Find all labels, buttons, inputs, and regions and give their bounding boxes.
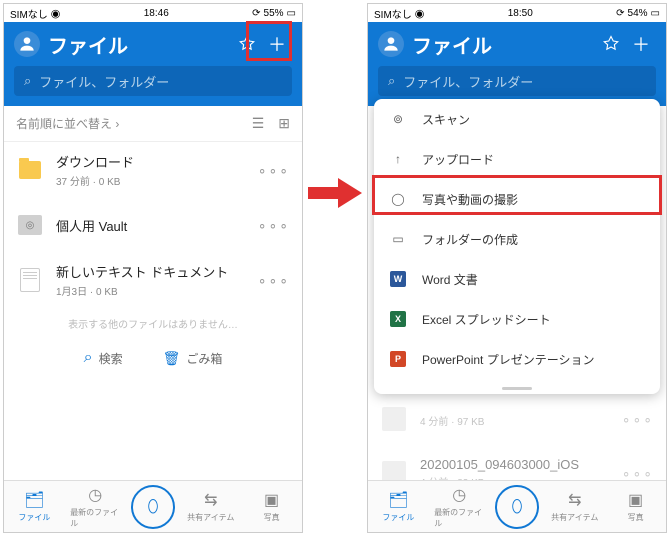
page-title: ファイル xyxy=(412,30,596,59)
sheet-handle[interactable] xyxy=(374,379,660,394)
phone-left: SIMなし ◉ 18:46 ⟳ 55% ▭ ファイル ＋ ⌕ ファイル、フォルダ… xyxy=(3,3,303,533)
carrier-label: SIMなし xyxy=(10,6,48,21)
upload-icon: ↑ xyxy=(388,152,408,166)
wifi-icon: ◉ xyxy=(415,7,425,20)
files-icon: 🗂 xyxy=(24,490,44,510)
trash-icon: 🗑 xyxy=(163,350,181,367)
item-title: ダウンロード xyxy=(56,152,246,171)
document-icon xyxy=(20,268,40,292)
search-input[interactable]: ⌕ ファイル、フォルダー xyxy=(14,66,292,96)
highlight-camera-option xyxy=(372,175,662,215)
sheet-word[interactable]: W Word 文書 xyxy=(374,259,660,299)
orientation-icon: ⟳ xyxy=(252,8,260,19)
phone-right: SIMなし ◉ 18:50 ⟳ 54% ▭ ファイル ＋ ⌕ ファイル、フォルダ… xyxy=(367,3,667,533)
time-label: 18:46 xyxy=(144,8,169,19)
battery-label: 54% xyxy=(628,8,648,19)
battery-label: 55% xyxy=(264,8,284,19)
premium-icon[interactable] xyxy=(596,35,626,53)
empty-state-text: 表示する他のファイルはありません… xyxy=(4,308,302,345)
battery-icon: ▭ xyxy=(651,8,660,19)
add-button[interactable]: ＋ xyxy=(626,31,656,57)
files-icon: 🗂 xyxy=(388,490,408,510)
status-bar: SIMなし ◉ 18:46 ⟳ 55% ▭ xyxy=(4,4,302,22)
actions-row: ⌕ 検索 🗑 ごみ箱 xyxy=(4,345,302,371)
tab-photos[interactable]: ▣写真 xyxy=(611,490,661,523)
avatar[interactable] xyxy=(14,31,40,57)
item-more-icon[interactable]: ∘∘∘ xyxy=(258,162,290,179)
search-action[interactable]: ⌕ 検索 xyxy=(84,349,123,367)
carrier-label: SIMなし xyxy=(374,6,412,21)
list-view-icon[interactable]: ☰ xyxy=(252,115,265,132)
tab-files[interactable]: 🗂ファイル xyxy=(9,490,59,523)
thumbnail-icon xyxy=(382,407,406,431)
grid-view-icon[interactable]: ⊞ xyxy=(278,115,290,132)
clock-icon: ◷ xyxy=(452,485,466,505)
tab-shared[interactable]: ⇆共有アイテム xyxy=(550,490,600,523)
sheet-scan[interactable]: ⊚ スキャン xyxy=(374,99,660,139)
search-icon: ⌕ xyxy=(24,73,31,89)
sheet-powerpoint[interactable]: P PowerPoint プレゼンテーション xyxy=(374,339,660,379)
tab-bar: 🗂ファイル ◷最新のファイル ⬯ ⇆共有アイテム ▣写真 xyxy=(4,480,302,532)
item-title: 新しいテキスト ドキュメント xyxy=(56,262,246,281)
arrow-icon xyxy=(308,178,362,208)
status-bar: SIMなし ◉ 18:50 ⟳ 54% ▭ xyxy=(368,4,666,22)
sheet-excel[interactable]: X Excel スプレッドシート xyxy=(374,299,660,339)
camera-button[interactable]: ⬯ xyxy=(131,485,175,529)
sheet-folder[interactable]: ▭ フォルダーの作成 xyxy=(374,219,660,259)
excel-icon: X xyxy=(390,311,406,327)
page-title: ファイル xyxy=(48,30,232,59)
app-header: ファイル ＋ xyxy=(368,22,666,66)
tab-photos[interactable]: ▣写真 xyxy=(247,490,297,523)
orientation-icon: ⟳ xyxy=(616,8,624,19)
trash-action[interactable]: 🗑 ごみ箱 xyxy=(163,349,223,367)
highlight-add-button xyxy=(246,21,292,61)
search-icon: ⌕ xyxy=(84,349,93,367)
sheet-upload[interactable]: ↑ アップロード xyxy=(374,139,660,179)
vault-icon: ◎ xyxy=(18,215,42,235)
tab-recent[interactable]: ◷最新のファイル xyxy=(70,485,120,529)
search-placeholder: ファイル、フォルダー xyxy=(39,72,169,91)
list-item[interactable]: 新しいテキスト ドキュメント 1月3日 · 0 KB ∘∘∘ xyxy=(4,252,302,308)
item-title: 個人用 Vault xyxy=(56,216,246,235)
camera-icon: ⬯ xyxy=(511,496,522,517)
time-label: 18:50 xyxy=(508,8,533,19)
folder-icon xyxy=(19,161,41,179)
photos-icon: ▣ xyxy=(264,490,279,510)
battery-icon: ▭ xyxy=(287,8,296,19)
item-subtitle: 1月3日 · 0 KB xyxy=(56,283,246,298)
scan-icon: ⊚ xyxy=(388,112,408,126)
sort-button[interactable]: 名前順に並べ替え › xyxy=(16,115,252,132)
shared-icon: ⇆ xyxy=(568,490,581,510)
action-sheet: ⊚ スキャン ↑ アップロード ◯ 写真や動画の撮影 ▭ フォルダーの作成 W … xyxy=(374,99,660,394)
clock-icon: ◷ xyxy=(88,485,102,505)
list-item[interactable]: ダウンロード 37 分前 · 0 KB ∘∘∘ xyxy=(4,142,302,198)
item-more-icon[interactable]: ∘∘∘ xyxy=(258,217,290,234)
tab-recent[interactable]: ◷最新のファイル xyxy=(434,485,484,529)
avatar[interactable] xyxy=(378,31,404,57)
list-item[interactable]: ◎ 個人用 Vault ∘∘∘ xyxy=(4,198,302,252)
search-placeholder: ファイル、フォルダー xyxy=(403,72,533,91)
camera-icon: ⬯ xyxy=(147,496,158,517)
powerpoint-icon: P xyxy=(390,351,406,367)
item-more-icon[interactable]: ∘∘∘ xyxy=(258,272,290,289)
tab-bar: 🗂ファイル ◷最新のファイル ⬯ ⇆共有アイテム ▣写真 xyxy=(368,480,666,532)
list-item: 4 分前 · 97 KB ∘∘∘ xyxy=(368,392,666,446)
wifi-icon: ◉ xyxy=(51,7,61,20)
search-input[interactable]: ⌕ ファイル、フォルダー xyxy=(378,66,656,96)
camera-button[interactable]: ⬯ xyxy=(495,485,539,529)
search-icon: ⌕ xyxy=(388,73,395,89)
photos-icon: ▣ xyxy=(628,490,643,510)
item-subtitle: 37 分前 · 0 KB xyxy=(56,173,246,188)
tab-shared[interactable]: ⇆共有アイテム xyxy=(186,490,236,523)
sort-row: 名前順に並べ替え › ☰ ⊞ xyxy=(4,106,302,142)
tab-files[interactable]: 🗂ファイル xyxy=(373,490,423,523)
search-bar: ⌕ ファイル、フォルダー xyxy=(4,66,302,106)
new-folder-icon: ▭ xyxy=(388,232,408,246)
word-icon: W xyxy=(390,271,406,287)
shared-icon: ⇆ xyxy=(204,490,217,510)
